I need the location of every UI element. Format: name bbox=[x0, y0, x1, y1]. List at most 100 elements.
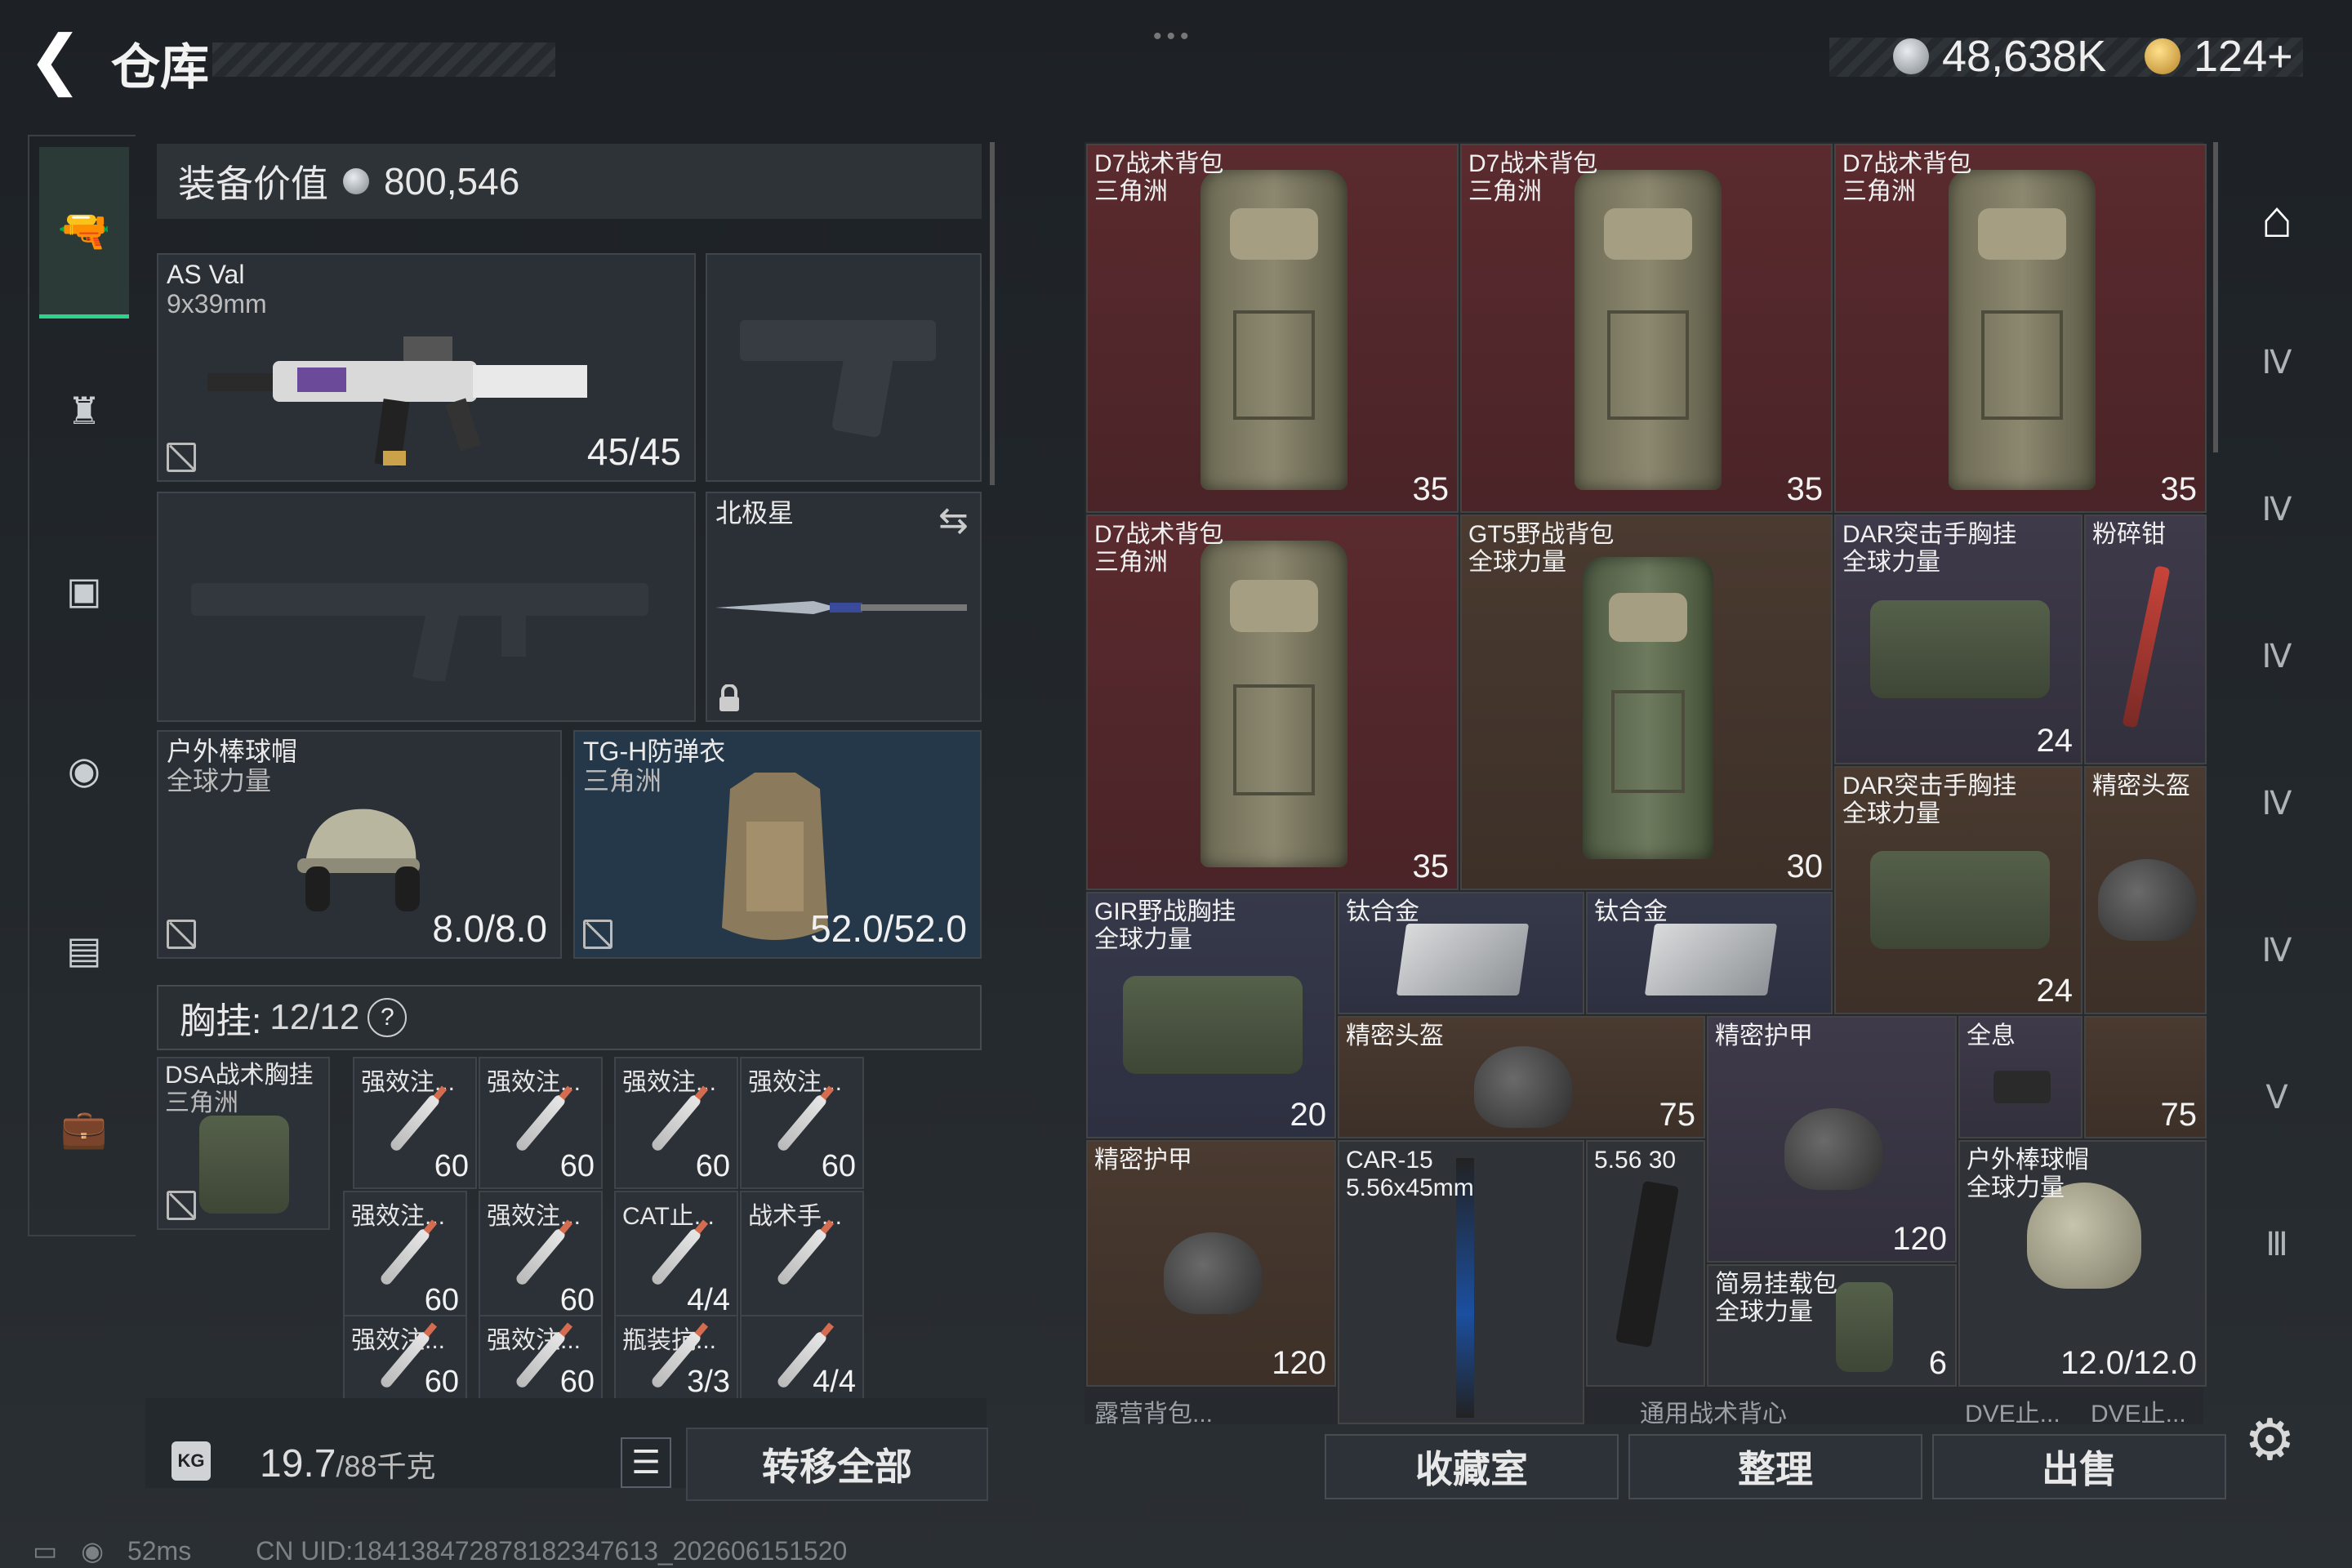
stash-item[interactable]: D7战术背包 三角洲 35 bbox=[1834, 144, 2207, 513]
vest-cell[interactable]: 强效注... 60 bbox=[353, 1057, 477, 1189]
tab-weapons[interactable]: 🔫 bbox=[39, 147, 129, 318]
stash-item[interactable]: 精密护甲 120 bbox=[1086, 1140, 1336, 1387]
stash-item[interactable]: D7战术背包 三角洲 35 bbox=[1086, 514, 1459, 890]
vest-cell[interactable]: 强效注... 60 bbox=[343, 1315, 467, 1405]
rifle-silhouette-icon bbox=[191, 550, 665, 685]
weight-readout: 19.7/88千克 bbox=[260, 1441, 435, 1486]
stash-page-iv-5-icon[interactable]: Ⅳ bbox=[2241, 915, 2313, 987]
list-view-button[interactable]: ☰ bbox=[621, 1437, 671, 1488]
stash-item-name: D7战术背包 三角洲 bbox=[1842, 150, 1972, 205]
stash-item-name: GT5野战背包 全球力量 bbox=[1468, 521, 1615, 576]
vest-cell[interactable]: 强效注... 60 bbox=[343, 1191, 467, 1323]
helmet-durability: 8.0/8.0 bbox=[432, 907, 547, 950]
tab-vests[interactable]: ♜ bbox=[39, 327, 129, 494]
magazine-icon bbox=[1615, 1180, 1680, 1348]
vest-cell[interactable]: 强效注... 60 bbox=[740, 1057, 864, 1189]
currency-gold[interactable]: 124+ bbox=[2145, 31, 2293, 82]
stash-item[interactable]: 全息 bbox=[1958, 1016, 2082, 1138]
header-decoration bbox=[212, 42, 555, 77]
no-swap-icon bbox=[167, 1191, 196, 1220]
stash-page-iii-icon[interactable]: Ⅲ bbox=[2241, 1209, 2313, 1281]
organize-button[interactable]: 整理 bbox=[1628, 1434, 1922, 1499]
stash-item[interactable]: 精密头盔 75 bbox=[1338, 1016, 1705, 1138]
chest-rig-icon bbox=[1870, 851, 2050, 949]
stash-item[interactable]: 简易挂载包 全球力量 6 bbox=[1707, 1264, 1957, 1387]
stash-item-qty: 20 bbox=[1290, 1097, 1327, 1133]
secondary-weapon-slot-empty[interactable] bbox=[157, 492, 696, 722]
swap-arrows-icon[interactable]: ⇆ bbox=[938, 500, 969, 541]
melee-slot[interactable]: 北极星 ⇆ bbox=[706, 492, 982, 722]
bag-icon: ◉ bbox=[67, 748, 101, 791]
stash-item[interactable]: 75 bbox=[2084, 1016, 2207, 1138]
stash-page-iv-2-icon[interactable]: Ⅳ bbox=[2241, 474, 2313, 546]
vest-cell[interactable]: 4/4 bbox=[740, 1315, 864, 1405]
no-swap-icon bbox=[167, 920, 196, 949]
vest-item-slot[interactable]: DSA战术胸挂 三角洲 bbox=[157, 1057, 330, 1230]
stash-item-name: 精密头盔 bbox=[2092, 773, 2190, 800]
equipment-scrollbar[interactable] bbox=[990, 142, 995, 485]
tab-cases[interactable]: 💼 bbox=[39, 1045, 129, 1213]
stash-item[interactable]: D7战术背包 三角洲 35 bbox=[1460, 144, 1833, 513]
helmet-slot[interactable]: 户外棒球帽 全球力量 8.0/8.0 bbox=[157, 730, 562, 959]
handle-dots-icon: ••• bbox=[1153, 23, 1194, 50]
stash-item[interactable]: GIR野战胸挂 全球力量 20 bbox=[1086, 892, 1336, 1138]
collection-room-button[interactable]: 收藏室 bbox=[1325, 1434, 1619, 1499]
vest-cell[interactable]: 瓶装抗... 3/3 bbox=[614, 1315, 738, 1405]
stash-item-qty: 6 bbox=[1928, 1345, 1947, 1381]
user-uid: CN UID:18413847287818234761​3_2026061515… bbox=[256, 1536, 848, 1566]
sell-button[interactable]: 出售 bbox=[1932, 1434, 2226, 1499]
stash-item-cut-label: 通用战术背心 bbox=[1640, 1401, 1787, 1428]
stash-item[interactable]: 精密头盔 bbox=[2084, 766, 2207, 1014]
tab-bags[interactable]: ◉ bbox=[39, 686, 129, 853]
stash-item[interactable]: 钛合金 bbox=[1586, 892, 1833, 1014]
stash-item-qty: 24 bbox=[2036, 723, 2074, 759]
stash-item-name: 简易挂载包 全球力量 bbox=[1715, 1271, 1838, 1325]
vest-label: 胸挂: bbox=[180, 1001, 262, 1041]
stash-item-cut-label: DVE止... bbox=[1965, 1401, 2060, 1428]
stash-item[interactable]: DAR突击手胸挂 全球力量 24 bbox=[1834, 514, 2082, 764]
stash-scrollbar[interactable] bbox=[2213, 142, 2218, 452]
stash-item[interactable]: 5.56 30 bbox=[1586, 1140, 1705, 1387]
status-bar: ▭ ◉ 52ms CN UID:18413847287818234761​3_2… bbox=[33, 1535, 847, 1566]
stash-page-v-icon[interactable]: Ⅴ bbox=[2241, 1062, 2313, 1134]
vest-header: 胸挂: 12/12 ? bbox=[157, 985, 982, 1050]
helmet-name: 户外棒球帽 全球力量 bbox=[167, 737, 298, 795]
stash-item[interactable]: GT5野战背包 全球力量 30 bbox=[1460, 514, 1833, 890]
vest-cell[interactable]: 强效注... 60 bbox=[614, 1057, 738, 1189]
vest-cell[interactable]: 战术手... bbox=[740, 1191, 864, 1323]
stash-item[interactable]: 精密护甲 120 bbox=[1707, 1016, 1957, 1263]
warehouse-home-icon[interactable]: ⌂ bbox=[2241, 183, 2313, 255]
stash-page-iv-3-icon[interactable]: Ⅳ bbox=[2241, 621, 2313, 693]
pistol-silhouette-icon bbox=[732, 304, 952, 447]
syringe-icon bbox=[775, 1093, 829, 1153]
stash-item[interactable]: 户外棒球帽 全球力量 12.0/12.0 bbox=[1958, 1140, 2207, 1387]
settings-gear-icon[interactable]: ⚙ bbox=[2244, 1406, 2296, 1473]
no-swap-icon bbox=[583, 920, 612, 949]
melee-name: 北极星 bbox=[715, 498, 795, 528]
stash-item[interactable]: CAR-15 5.56x45mm bbox=[1338, 1140, 1584, 1424]
stash-item[interactable]: 钛合金 bbox=[1338, 892, 1584, 1014]
tab-containers[interactable]: ▤ bbox=[39, 866, 129, 1033]
stash-item-name: 精密护甲 bbox=[1715, 1022, 1813, 1049]
helmet-icon bbox=[2098, 859, 2196, 941]
stash-page-iv-4-icon[interactable]: Ⅳ bbox=[2241, 768, 2313, 840]
back-arrow-icon[interactable]: ❮ bbox=[28, 27, 85, 92]
help-icon[interactable]: ? bbox=[368, 998, 408, 1037]
wifi-icon: ◉ bbox=[81, 1536, 105, 1566]
vest-cell[interactable]: 强效注... 60 bbox=[479, 1315, 603, 1405]
vest-cell[interactable]: 强效注... 60 bbox=[479, 1191, 603, 1323]
stash-item[interactable]: DAR突击手胸挂 全球力量 24 bbox=[1834, 766, 2082, 1014]
vest-cell[interactable]: 强效注... 60 bbox=[479, 1057, 603, 1189]
armor-slot[interactable]: TG-H防弹衣 三角洲 52.0/52.0 bbox=[573, 730, 982, 959]
stash-item[interactable]: D7战术背包 三角洲 35 bbox=[1086, 144, 1459, 513]
tab-backpacks[interactable]: ▣ bbox=[39, 506, 129, 674]
stash-item-name: 钛合金 bbox=[1346, 898, 1419, 925]
pistol-slot-empty[interactable] bbox=[706, 253, 982, 482]
primary-weapon-slot[interactable]: AS Val 9x39mm 45/45 bbox=[157, 253, 696, 482]
stash-page-iv-1-icon[interactable]: Ⅳ bbox=[2241, 327, 2313, 399]
syringe-icon bbox=[388, 1093, 442, 1153]
pouch-icon bbox=[1836, 1282, 1893, 1372]
stash-item[interactable]: 粉碎钳 bbox=[2084, 514, 2207, 764]
vest-cell[interactable]: CAT止... 4/4 bbox=[614, 1191, 738, 1323]
transfer-all-button[interactable]: 转移全部 bbox=[686, 1428, 988, 1501]
